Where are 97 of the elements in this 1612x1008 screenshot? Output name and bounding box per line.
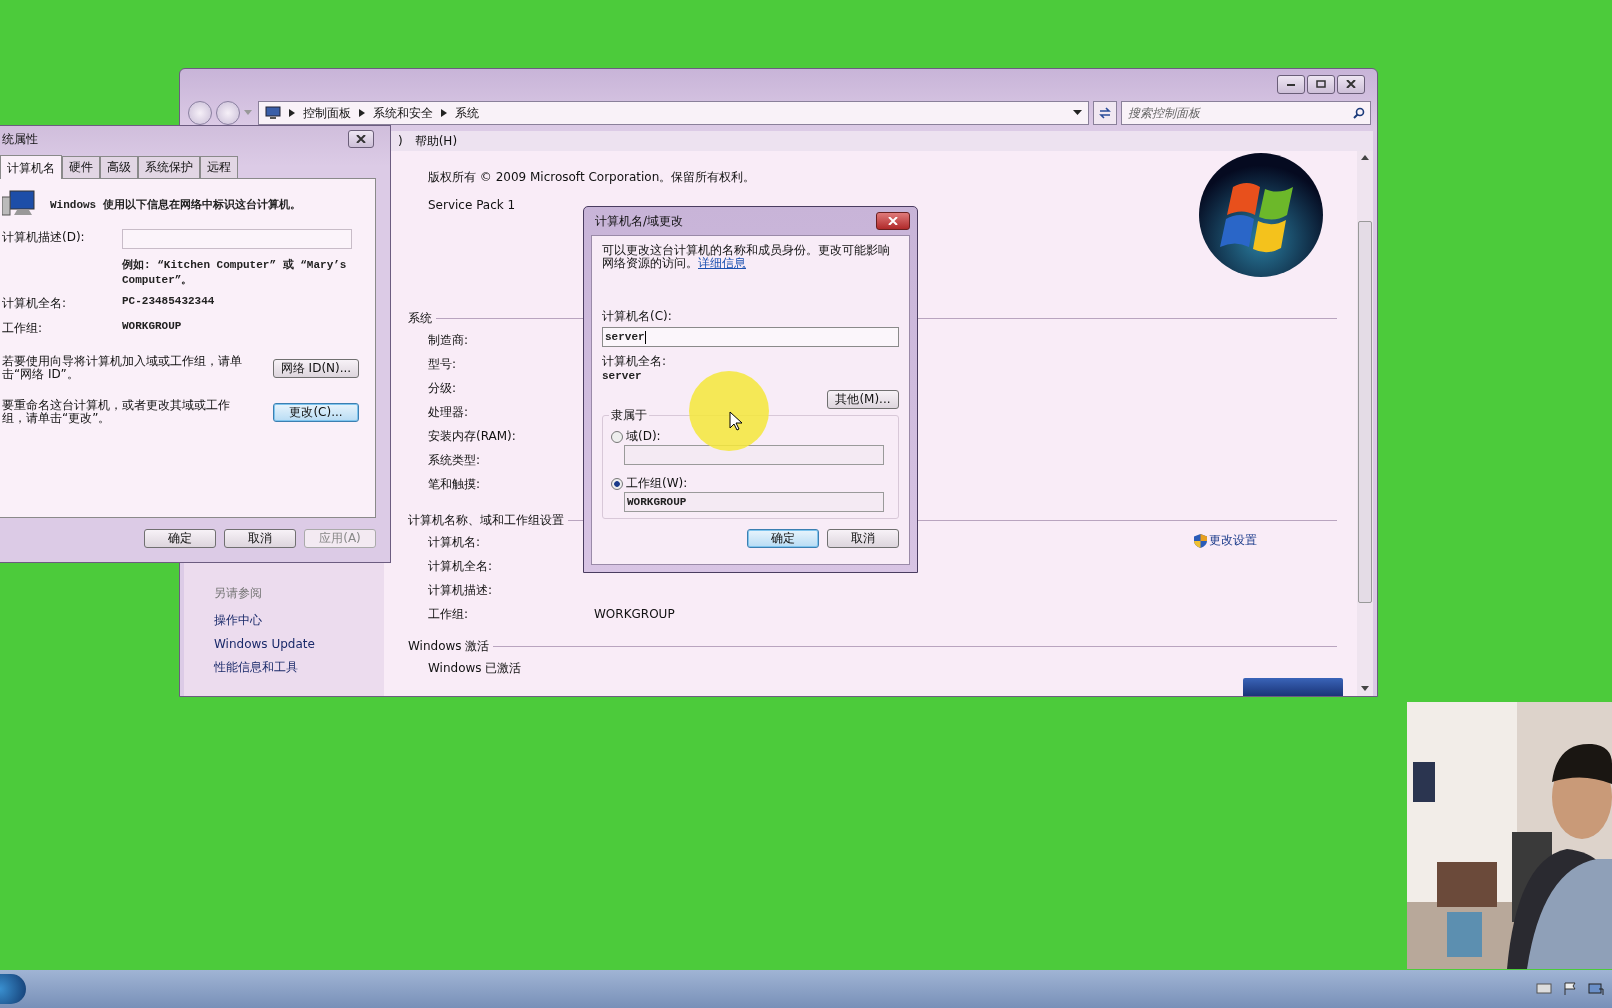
- tab[interactable]: 计算机名: [0, 155, 62, 179]
- instruction-text: 要重命名这台计算机，或者更改其域或工作组，请单击“更改”。: [2, 399, 231, 425]
- tab[interactable]: 系统保护: [138, 156, 200, 178]
- refresh-button[interactable]: [1093, 101, 1117, 125]
- field-label: 计算机全名:: [602, 353, 668, 370]
- text-field[interactable]: [624, 445, 884, 465]
- minimize-icon: [1286, 81, 1296, 87]
- dialog-button[interactable]: 确定: [747, 529, 819, 548]
- field-label: 计算机描述(D):: [2, 229, 86, 246]
- tab[interactable]: 高级: [100, 156, 138, 178]
- dialog-button[interactable]: 网络 ID(N)...: [273, 358, 359, 378]
- dialog-button[interactable]: 取消: [827, 529, 899, 548]
- section-title: Windows 激活: [408, 637, 490, 655]
- menu-item[interactable]: ): [398, 134, 403, 148]
- example-text: 例如: “Kitchen Computer” 或 “Mary’s Computer”。: [122, 257, 348, 287]
- scroll-down-icon[interactable]: [1361, 686, 1369, 692]
- section-title: 系统: [408, 309, 432, 327]
- full-name-value: PC-23485432344: [122, 295, 216, 307]
- change-settings-link[interactable]: 更改设置: [1194, 532, 1257, 549]
- tab[interactable]: 远程: [200, 156, 238, 178]
- radio-button[interactable]: [611, 430, 623, 443]
- sidebar-heading: 另请参阅: [214, 585, 263, 602]
- text-field[interactable]: WORKGROUP: [624, 492, 884, 512]
- radio-label: 域(D):: [626, 428, 661, 445]
- property-label: 笔和触摸:: [428, 475, 482, 493]
- computer-name-field[interactable]: server: [602, 327, 899, 347]
- scrollbar[interactable]: [1357, 151, 1373, 696]
- close-icon: [888, 217, 898, 225]
- section-title: 计算机名称、域和工作组设置: [408, 511, 564, 529]
- property-value: WORKGROUP: [594, 607, 675, 621]
- service-pack-text: Service Pack 1: [428, 198, 517, 212]
- search-field[interactable]: 搜索控制面板: [1121, 101, 1371, 125]
- address-bar[interactable]: 控制面板 系统和安全 系统: [258, 101, 1089, 125]
- close-button[interactable]: [876, 212, 910, 230]
- field-label: 计算机名(C):: [602, 308, 673, 325]
- dialog-button[interactable]: 确定: [144, 529, 216, 548]
- close-icon: [1346, 80, 1356, 88]
- scroll-up-icon[interactable]: [1361, 155, 1369, 161]
- menu-item[interactable]: 帮助(H): [414, 132, 458, 150]
- field-label: 工作组:: [2, 320, 44, 337]
- tab[interactable]: 硬件: [62, 156, 100, 178]
- chevron-icon: [441, 109, 447, 117]
- property-label: 处理器:: [428, 403, 470, 421]
- property-label: 工作组:: [428, 605, 470, 623]
- close-button[interactable]: [348, 130, 374, 148]
- minimize-button[interactable]: [1277, 74, 1305, 94]
- radio-button[interactable]: [611, 477, 623, 490]
- radio-label: 工作组(W):: [626, 475, 688, 492]
- workgroup-value: WORKGROUP: [122, 320, 183, 332]
- start-button[interactable]: [0, 974, 26, 1004]
- refresh-icon: [1098, 106, 1112, 120]
- field-label: 计算机全名:: [2, 295, 68, 312]
- property-label: 型号:: [428, 355, 458, 373]
- sidebar-link[interactable]: 操作中心: [214, 612, 384, 629]
- forward-button[interactable]: [216, 101, 240, 125]
- close-icon: [356, 135, 366, 143]
- intro-text: Windows 使用以下信息在网络中标识这台计算机。: [50, 197, 301, 212]
- search-icon: [1353, 107, 1365, 119]
- cursor-icon: [729, 411, 743, 431]
- computer-icon: [2, 189, 36, 219]
- details-link[interactable]: 详细信息: [698, 256, 746, 270]
- copyright-text: 版权所有 © 2009 Microsoft Corporation。保留所有权利。: [428, 169, 757, 186]
- property-label: 计算机全名:: [428, 557, 494, 575]
- dialog-title: 计算机名/域更改: [595, 212, 684, 230]
- property-label: 系统类型:: [428, 451, 482, 469]
- property-label: 分级:: [428, 379, 458, 397]
- maximize-button[interactable]: [1307, 74, 1335, 94]
- sidebar-link[interactable]: Windows Update: [214, 637, 384, 651]
- more-button[interactable]: 其他(M)...: [827, 390, 899, 409]
- shield-icon: [1194, 533, 1207, 548]
- chevron-icon: [359, 109, 365, 117]
- breadcrumb[interactable]: 控制面板: [303, 104, 351, 122]
- network-icon[interactable]: [1588, 982, 1604, 996]
- close-button[interactable]: [1337, 74, 1365, 94]
- sidebar-link[interactable]: 性能信息和工具: [214, 659, 384, 676]
- description-field[interactable]: [122, 229, 352, 249]
- property-label: 计算机描述:: [428, 581, 494, 599]
- full-name-value: server: [602, 370, 643, 382]
- property-label: 安装内存(RAM):: [428, 427, 517, 445]
- dialog-button[interactable]: 取消: [224, 529, 296, 548]
- keyboard-icon[interactable]: [1536, 982, 1552, 994]
- monitor-icon: [265, 106, 281, 120]
- back-button[interactable]: [188, 101, 212, 125]
- property-label: 制造商:: [428, 331, 470, 349]
- dropdown-caret-icon[interactable]: [1073, 110, 1082, 116]
- breadcrumb[interactable]: 系统和安全: [373, 104, 433, 122]
- property-label: Windows 已激活: [428, 659, 523, 677]
- dialog-button[interactable]: 更改(C)...: [273, 402, 359, 422]
- dialog-title: 统属性: [2, 130, 38, 148]
- maximize-icon: [1316, 80, 1326, 88]
- flag-icon[interactable]: [1562, 982, 1578, 996]
- intro-text: 可以更改这台计算机的名称和成员身份。更改可能影响网络资源的访问。详细信息: [602, 244, 891, 270]
- instruction-text: 若要使用向导将计算机加入域或工作组，请单击“网络 ID”。: [2, 355, 243, 381]
- property-label: 计算机名:: [428, 533, 482, 551]
- breadcrumb[interactable]: 系统: [455, 104, 479, 122]
- chevron-icon: [289, 109, 295, 117]
- group-label: 隶属于: [609, 407, 649, 424]
